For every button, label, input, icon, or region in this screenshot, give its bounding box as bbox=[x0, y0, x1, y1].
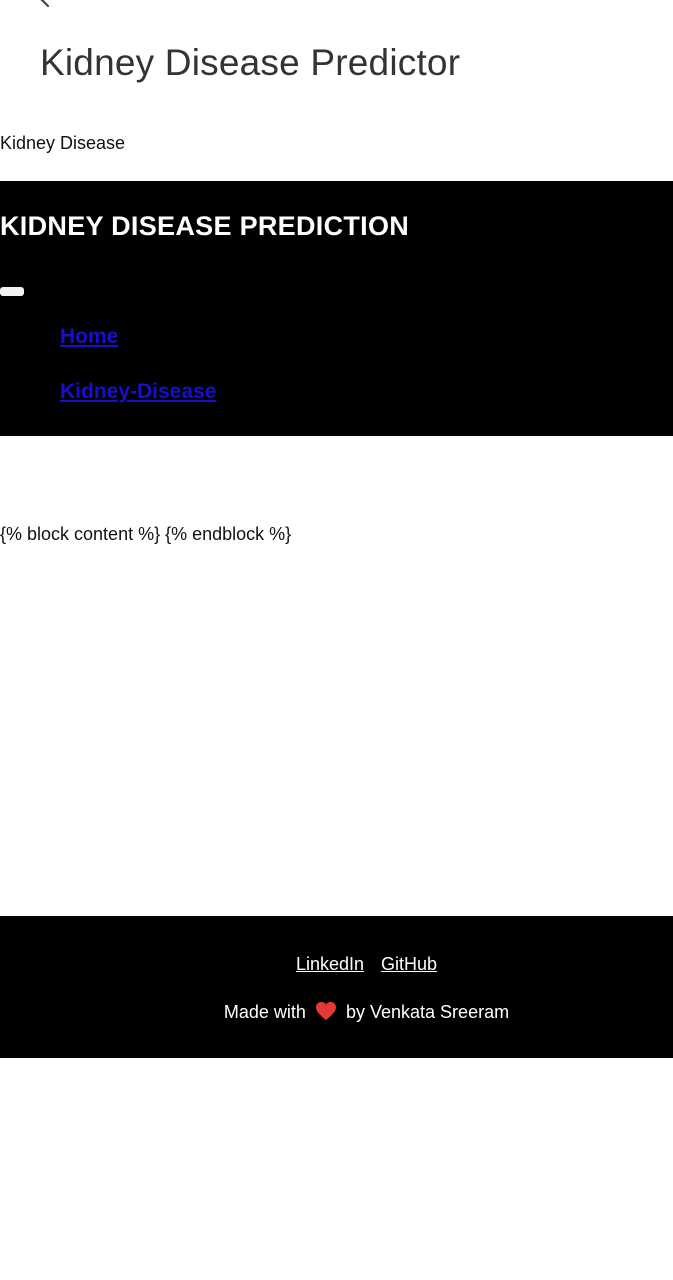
linkedin-link[interactable]: LinkedIn bbox=[296, 954, 364, 974]
nav-item-kidney-disease: Kidney-Disease bbox=[60, 380, 216, 435]
credit-prefix: Made with bbox=[223, 1002, 306, 1022]
nav-link-kidney-disease[interactable]: Kidney-Disease bbox=[60, 380, 216, 403]
page: Kidney Disease Predictor Kidney Disease … bbox=[0, 0, 673, 1280]
heart-icon bbox=[315, 1001, 336, 1021]
site-header: KIDNEY DISEASE PREDICTION Home Kidney-Di… bbox=[0, 181, 673, 436]
nav-link-home[interactable]: Home bbox=[60, 325, 118, 348]
nav-item-home: Home bbox=[60, 325, 216, 380]
back-arrow-icon[interactable] bbox=[36, 0, 54, 8]
site-footer: LinkedIn GitHub Made with by Venkata Sre… bbox=[0, 916, 673, 1058]
template-placeholder-text: {% block content %} {% endblock %} bbox=[0, 524, 292, 544]
app-title: Kidney Disease Predictor bbox=[40, 42, 461, 83]
credit-suffix: by Venkata Sreeram bbox=[345, 1002, 510, 1022]
menu-toggle-button[interactable] bbox=[0, 287, 24, 296]
document-title: Kidney Disease bbox=[0, 133, 126, 153]
github-link[interactable]: GitHub bbox=[381, 954, 437, 974]
brand-title: KIDNEY DISEASE PREDICTION bbox=[0, 211, 410, 241]
nav-list: Home Kidney-Disease bbox=[60, 325, 216, 435]
credit-line: Made with by Venkata Sreeram bbox=[0, 1001, 673, 1023]
footer-links: LinkedIn GitHub bbox=[0, 954, 673, 975]
